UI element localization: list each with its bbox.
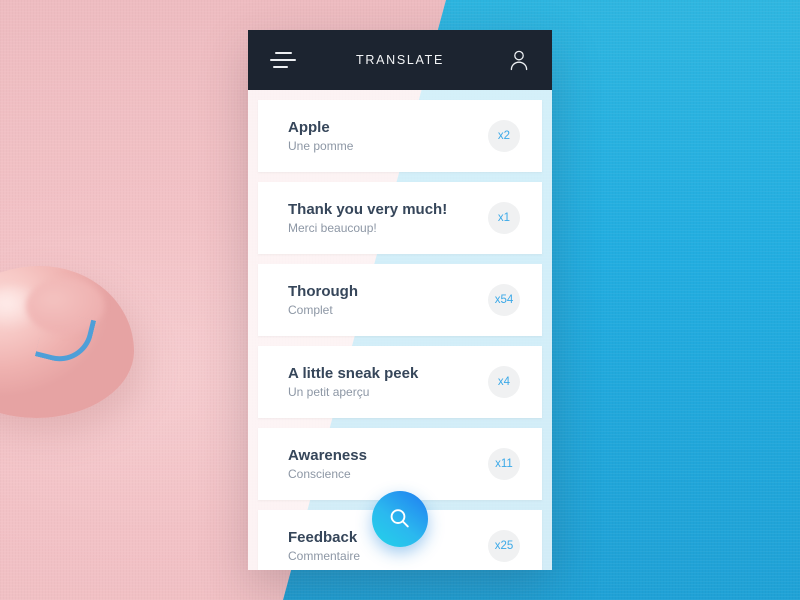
list-item[interactable]: Thank you very much! Merci beaucoup! x1 [258, 182, 542, 254]
list-item[interactable]: Apple Une pomme x2 [258, 100, 542, 172]
list-item-count-badge: x1 [488, 202, 520, 234]
list-item-text: Thank you very much! Merci beaucoup! [288, 200, 488, 236]
apple-3d-prop [0, 266, 158, 426]
list-item-count-badge: x25 [488, 530, 520, 562]
app-header-bar: TRANSLATE [248, 30, 552, 90]
search-fab-button[interactable] [372, 491, 428, 547]
list-item-subtitle: Un petit aperçu [288, 385, 370, 399]
list-item-title: A little sneak peek [288, 365, 419, 382]
list-item-title: Apple [288, 119, 330, 136]
list-item-title: Awareness [288, 447, 367, 464]
list-item[interactable]: Thorough Complet x54 [258, 264, 542, 336]
phone-mockup: TRANSLATE Apple Une pomme x2 Thank you v… [248, 30, 552, 570]
list-item-text: A little sneak peek Un petit aperçu [288, 364, 488, 400]
list-item-count-badge: x54 [488, 284, 520, 316]
hamburger-line-middle [270, 59, 296, 61]
list-item-count-badge: x11 [488, 448, 520, 480]
list-item-text: Awareness Conscience [288, 446, 488, 482]
list-item-subtitle: Merci beaucoup! [288, 221, 377, 235]
list-item-count-badge: x2 [488, 120, 520, 152]
list-item-subtitle: Conscience [288, 467, 351, 481]
hamburger-menu-icon[interactable] [270, 51, 296, 69]
user-account-glyph [510, 50, 528, 71]
search-icon [390, 509, 409, 528]
hamburger-line-bottom [273, 66, 288, 68]
list-item-title: Thank you very much! [288, 201, 448, 218]
list-item-subtitle: Une pomme [288, 139, 354, 153]
list-item-text: Thorough Complet [288, 282, 488, 318]
hamburger-line-top [275, 52, 292, 54]
list-item-text: Apple Une pomme [288, 118, 488, 154]
screenshot-canvas: TRANSLATE Apple Une pomme x2 Thank you v… [0, 0, 800, 600]
list-item[interactable]: Awareness Conscience x11 [258, 428, 542, 500]
list-item-subtitle: Complet [288, 303, 333, 317]
user-account-icon[interactable] [508, 49, 530, 71]
list-item[interactable]: A little sneak peek Un petit aperçu x4 [258, 346, 542, 418]
list-item-subtitle: Commentaire [288, 549, 361, 563]
list-item-count-badge: x4 [488, 366, 520, 398]
list-item-title: Thorough [288, 283, 358, 300]
